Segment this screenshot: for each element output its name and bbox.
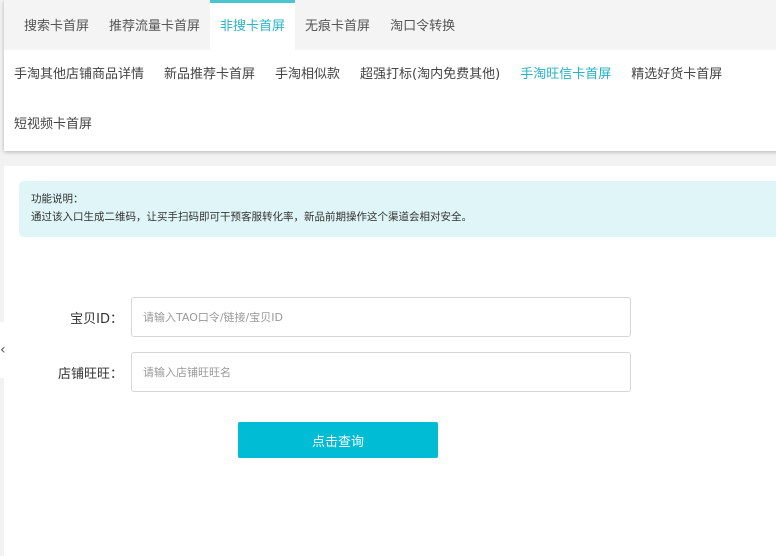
subtab-selected-goods[interactable]: 精选好货卡首屏 xyxy=(621,50,732,100)
subtab-short-video[interactable]: 短视频卡首屏 xyxy=(4,100,102,150)
subtab-super-tag[interactable]: 超强打标(淘内免费其他) xyxy=(350,50,510,100)
shop-wangwang-input[interactable] xyxy=(131,352,631,392)
notice-text: 通过该入口生成二维码，让买手扫码即可干预客服转化率，新品前期操作这个渠道会相对安… xyxy=(31,211,472,223)
shop-wangwang-row: 店铺旺旺： xyxy=(4,352,631,392)
chevron-left-icon: ‹ xyxy=(0,342,6,358)
main-panel: 功能说明： 通过该入口生成二维码，让买手扫码即可干预客服转化率，新品前期操作这个… xyxy=(4,166,776,556)
tab-recommend-card[interactable]: 推荐流量卡首屏 xyxy=(99,0,210,50)
item-id-label: 宝贝ID： xyxy=(70,311,123,327)
notice-title: 功能说明： xyxy=(31,193,84,205)
tab-search-card[interactable]: 搜索卡首屏 xyxy=(14,0,99,50)
main-tabs: 搜索卡首屏 推荐流量卡首屏 非搜卡首屏 无痕卡首屏 淘口令转换 xyxy=(4,0,776,50)
subtab-wangxin-card[interactable]: 手淘旺信卡首屏 xyxy=(510,50,621,100)
subtab-new-recommend[interactable]: 新品推荐卡首屏 xyxy=(154,50,265,100)
shop-wangwang-label: 店铺旺旺： xyxy=(57,366,123,382)
item-id-row: 宝贝ID： xyxy=(4,297,631,337)
tab-traceless-card[interactable]: 无痕卡首屏 xyxy=(295,0,380,50)
item-id-input[interactable] xyxy=(131,297,631,337)
tab-non-search-card[interactable]: 非搜卡首屏 xyxy=(210,0,296,50)
tab-tao-code-convert[interactable]: 淘口令转换 xyxy=(380,0,465,50)
subtab-other-shop-detail[interactable]: 手淘其他店铺商品详情 xyxy=(4,50,154,100)
info-notice: 功能说明： 通过该入口生成二维码，让买手扫码即可干预客服转化率，新品前期操作这个… xyxy=(19,181,776,237)
collapse-sidebar-handle[interactable]: ‹ xyxy=(0,322,12,378)
sub-tabs: 手淘其他店铺商品详情 新品推荐卡首屏 手淘相似款 超强打标(淘内免费其他) 手淘… xyxy=(4,50,776,150)
subtab-similar[interactable]: 手淘相似款 xyxy=(265,50,350,100)
nav-card: 搜索卡首屏 推荐流量卡首屏 非搜卡首屏 无痕卡首屏 淘口令转换 手淘其他店铺商品… xyxy=(4,0,776,151)
query-button[interactable]: 点击查询 xyxy=(238,422,438,458)
